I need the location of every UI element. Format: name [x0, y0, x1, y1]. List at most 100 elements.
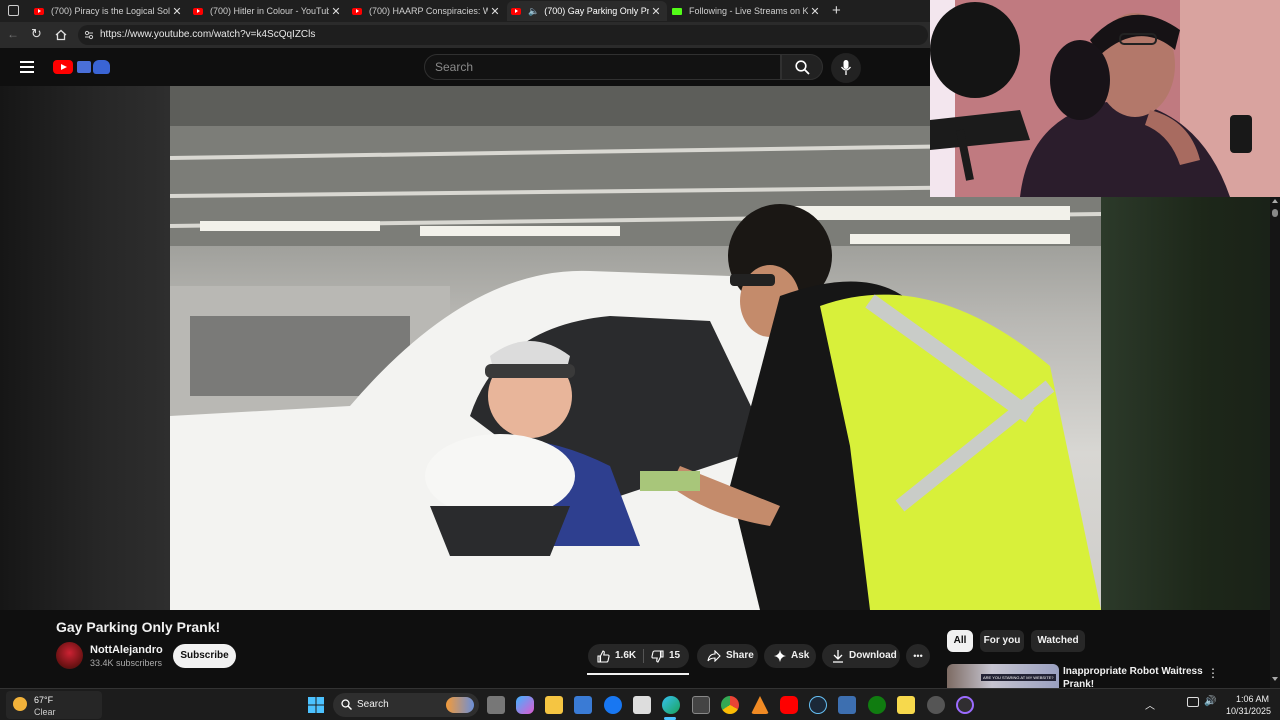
volume-icon[interactable]: 🔊 [1204, 696, 1216, 707]
recommendation-menu-icon[interactable]: ⋮ [1207, 667, 1219, 679]
clock-time[interactable]: 1:06 AM [1236, 694, 1269, 704]
video-ambient-right [1101, 196, 1270, 610]
tab-actions-icon[interactable] [8, 5, 19, 16]
share-button[interactable]: Share [697, 644, 758, 668]
search-input[interactable]: Search [424, 54, 781, 80]
scrollbar-thumb[interactable] [1272, 209, 1278, 217]
thumbs-down-icon [651, 649, 664, 663]
sticky-notes-icon[interactable] [897, 696, 915, 714]
home-icon[interactable] [55, 29, 67, 41]
xbox-icon[interactable] [868, 696, 886, 714]
subscribe-button[interactable]: Subscribe [173, 644, 236, 668]
search-icon [341, 699, 352, 710]
page-scrollbar[interactable] [1270, 197, 1280, 688]
clock-date[interactable]: 10/31/2025 [1226, 706, 1271, 716]
search-icon [795, 60, 810, 75]
hamburger-menu-icon[interactable] [20, 61, 34, 73]
tab-close-icon[interactable]: ✕ [808, 5, 822, 18]
tab-label: Following - Live Streams on Kick [689, 6, 808, 16]
chip-watched[interactable]: Watched [1031, 630, 1085, 652]
download-button[interactable]: Download [822, 644, 900, 668]
show-hidden-icons[interactable]: ︿ [1145, 697, 1155, 712]
facebook-icon[interactable] [604, 696, 622, 714]
tab-label: (700) HAARP Conspiracies: Was T [369, 6, 488, 16]
channel-name[interactable]: NottAlejandro [90, 644, 163, 656]
chip-for-you[interactable]: For you [980, 630, 1024, 652]
thumbs-up-icon [597, 649, 610, 663]
audio-playing-icon[interactable]: 🔈 [528, 6, 539, 17]
weather-widget[interactable]: 67°F Clear [6, 691, 102, 719]
vlc-icon[interactable] [751, 696, 769, 714]
search-button[interactable] [781, 54, 823, 80]
app-icon[interactable] [838, 696, 856, 714]
tab-close-icon[interactable]: ✕ [488, 5, 502, 18]
network-icon[interactable] [1187, 697, 1199, 707]
file-explorer-icon[interactable] [545, 696, 563, 714]
youtube-favicon-icon [34, 7, 44, 15]
chrome-icon[interactable] [721, 696, 739, 714]
like-button[interactable]: 1.6K [588, 644, 642, 668]
weather-temp: 67°F [34, 695, 54, 705]
share-label: Share [726, 650, 754, 661]
youtube-app-icon[interactable] [780, 696, 798, 714]
voice-search-button[interactable] [831, 53, 861, 83]
recommendation-thumbnail[interactable]: ARE YOU STARING AT MY WEBSITE? [947, 664, 1059, 688]
dislike-button[interactable]: 15 [644, 644, 689, 668]
subscriber-count: 33.4K subscribers [90, 658, 163, 668]
search-highlight-icon [446, 697, 474, 713]
calculator-icon[interactable] [692, 696, 710, 714]
taskbar-search-box[interactable]: Search [333, 693, 479, 717]
new-tab-button[interactable]: + [832, 2, 841, 19]
youtube-favicon-icon [511, 7, 521, 15]
kick-favicon-icon [672, 7, 682, 15]
like-count: 1.6K [615, 650, 637, 661]
url-text: https://www.youtube.com/watch?v=k4ScQqIZ… [100, 29, 316, 40]
tab-label: (700) Piracy is the Logical Solutio [51, 6, 170, 16]
more-actions-button[interactable]: ••• [906, 644, 930, 668]
copilot-icon[interactable] [516, 696, 534, 714]
youtube-favicon-icon [352, 7, 362, 15]
tab-close-icon[interactable]: ✕ [329, 5, 343, 18]
tab-close-icon[interactable]: ✕ [649, 5, 663, 18]
site-info-icon[interactable] [84, 30, 94, 40]
back-icon[interactable]: ← [7, 27, 19, 41]
tab-haarp[interactable]: (700) HAARP Conspiracies: Was T ✕ [348, 1, 506, 21]
browser-toolbar: ← ↻ https://www.youtube.com/watch?v=k4Sc… [0, 22, 930, 48]
ask-label: Ask [791, 650, 810, 661]
scroll-down-icon[interactable] [1272, 677, 1278, 681]
task-view-icon[interactable] [487, 696, 505, 714]
reload-icon[interactable]: ↻ [31, 26, 42, 42]
weather-moon-icon [13, 697, 27, 711]
thumbnail-caption: ARE YOU STARING AT MY WEBSITE? [981, 674, 1056, 681]
settings-icon[interactable] [927, 696, 945, 714]
video-title: Gay Parking Only Prank! [56, 619, 221, 635]
share-icon [707, 650, 721, 662]
amazon-icon[interactable] [633, 696, 651, 714]
more-dots-icon: ••• [913, 651, 923, 661]
video-ambient-left [0, 86, 170, 610]
address-bar[interactable]: https://www.youtube.com/watch?v=k4ScQqIZ… [78, 25, 928, 45]
youtube-header: Search [0, 48, 930, 86]
microphone-icon [841, 60, 851, 75]
streamer-webcam-overlay [930, 0, 1280, 197]
channel-avatar[interactable] [56, 642, 83, 669]
tab-kick-following[interactable]: Following - Live Streams on Kick ✕ [668, 1, 826, 21]
windows-start-icon[interactable] [308, 697, 324, 713]
scroll-up-icon[interactable] [1272, 199, 1278, 203]
download-icon [833, 649, 843, 663]
youtube-logo-icon[interactable] [53, 59, 111, 75]
microsoft-store-icon[interactable] [574, 696, 592, 714]
tab-piracy[interactable]: (700) Piracy is the Logical Solutio ✕ [30, 1, 188, 21]
obs-icon[interactable] [956, 696, 974, 714]
tab-gay-parking-prank[interactable]: 🔈 (700) Gay Parking Only Prank ✕ [507, 1, 667, 21]
chip-all[interactable]: All [947, 630, 973, 652]
recommendation-title[interactable]: Inappropriate Robot Waitress Prank! [1063, 665, 1203, 688]
ask-button[interactable]: Ask [764, 644, 816, 668]
tab-hitler-in-colour[interactable]: (700) Hitler in Colour - YouTube ✕ [189, 1, 347, 21]
steam-icon[interactable] [809, 696, 827, 714]
download-label: Download [849, 650, 897, 661]
tab-close-icon[interactable]: ✕ [170, 5, 184, 18]
edge-icon[interactable] [662, 696, 680, 714]
dislike-count: 15 [669, 650, 681, 661]
sparkle-icon [774, 650, 786, 662]
